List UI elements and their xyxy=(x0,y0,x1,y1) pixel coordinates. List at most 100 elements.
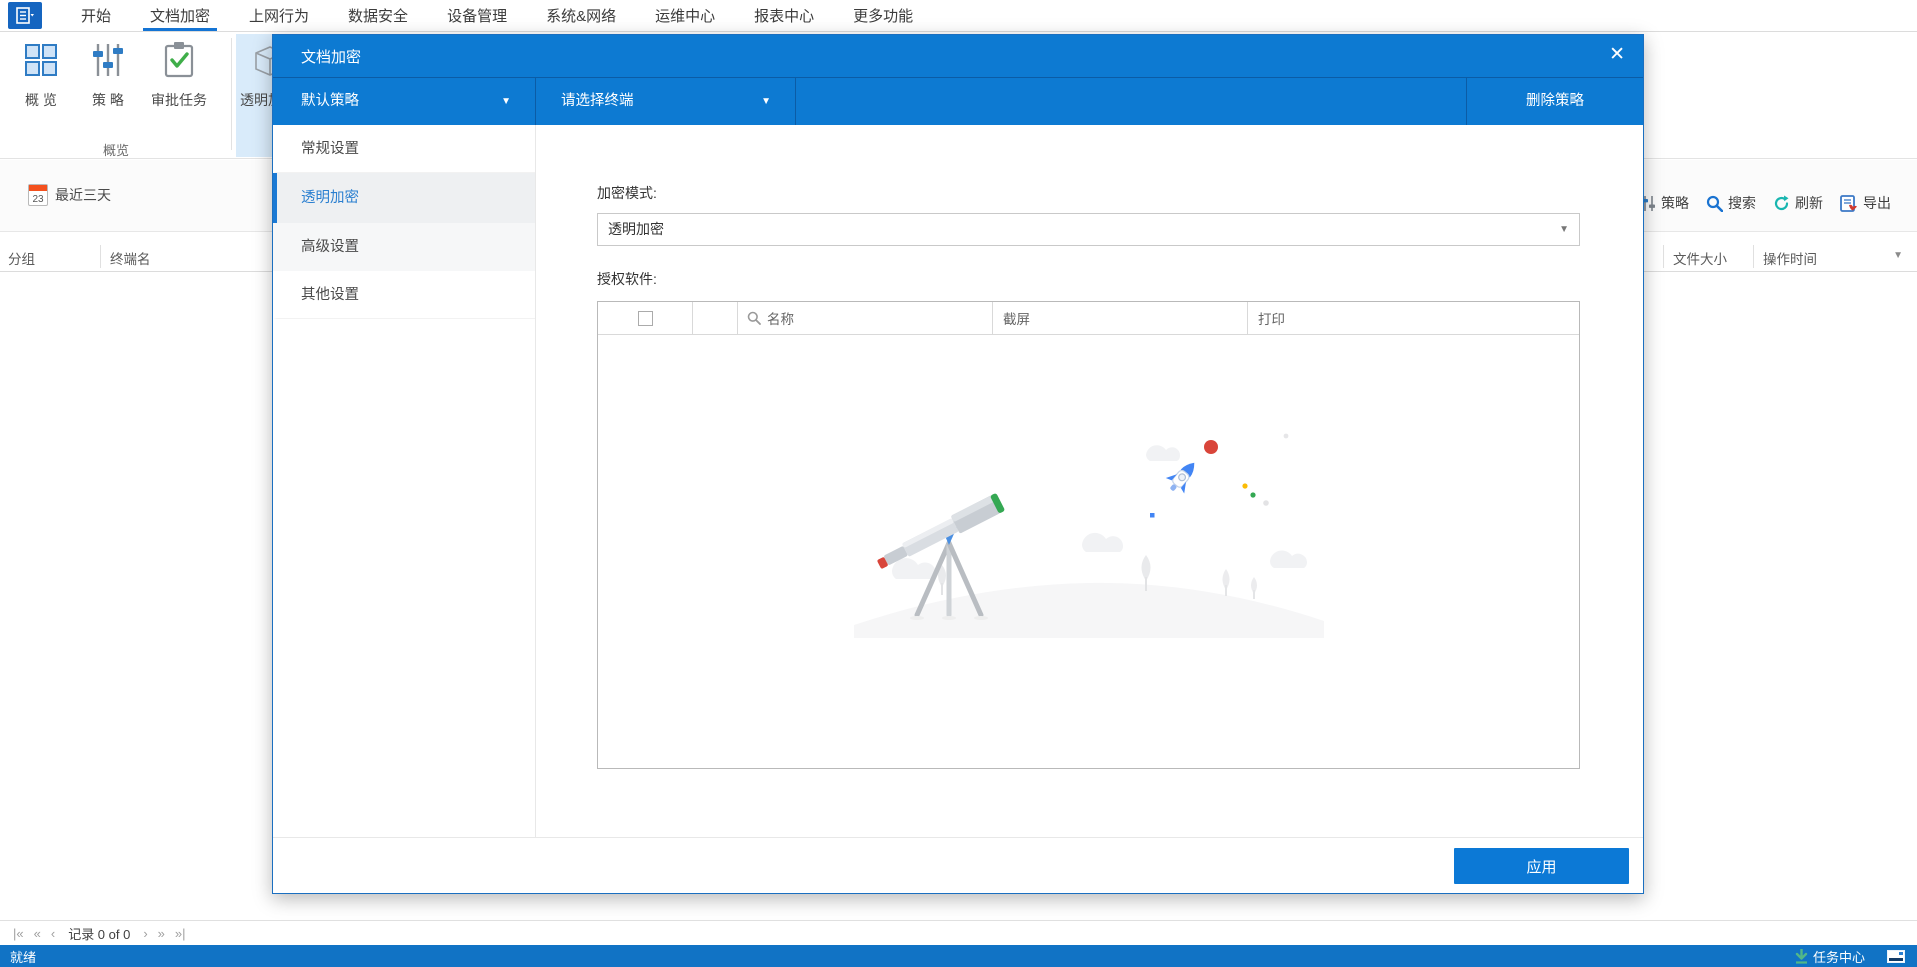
ribbon-policy-label: 策 略 xyxy=(92,92,124,108)
status-text: 就绪 xyxy=(10,949,37,965)
sidebar-item-transparent-encryption[interactable]: 透明加密 xyxy=(273,173,535,223)
pager-first-button[interactable]: |« xyxy=(13,926,24,941)
record-count: 记录 0 of 0 xyxy=(68,926,131,942)
ribbon-group-label-overview: 概览 xyxy=(102,143,129,158)
column-header-operation-time[interactable]: 操作时间 xyxy=(1763,248,1817,268)
close-icon[interactable]: ✕ xyxy=(1609,42,1625,68)
column-divider[interactable] xyxy=(100,245,101,268)
sidebar-item-other-settings[interactable]: 其他设置 xyxy=(273,271,535,319)
list-actions: 策略 搜索 刷新 导出 xyxy=(1641,193,1891,213)
status-bar: 就绪 任务中心 xyxy=(0,945,1917,967)
task-center-label: 任务中心 xyxy=(1812,949,1865,965)
menu-item-data-security[interactable]: 数据安全 xyxy=(348,0,408,31)
menu-item-device-mgmt[interactable]: 设备管理 xyxy=(447,0,507,31)
policy-select-dropdown[interactable]: 默认策略 ▼ xyxy=(273,78,536,125)
search-icon xyxy=(747,311,761,325)
date-filter-label: 最近三天 xyxy=(55,187,111,203)
ribbon-approve-tasks-label: 审批任务 xyxy=(151,92,207,108)
column-header-print[interactable]: 打印 xyxy=(1247,302,1579,334)
ribbon-approve-tasks-button[interactable]: 审批任务 xyxy=(142,38,216,110)
dialog-title: 文档加密 xyxy=(301,48,362,66)
rocket-icon xyxy=(1165,462,1194,494)
authorized-software-label: 授权软件: xyxy=(597,271,657,287)
policy-button-label: 策略 xyxy=(1661,195,1689,211)
dialog-title-bar: 文档加密 xyxy=(273,35,1643,77)
authorized-software-table: 名称 截屏 打印 xyxy=(597,301,1580,769)
download-icon xyxy=(1795,948,1808,964)
icon-column-header xyxy=(692,302,737,334)
policy-select-value: 默认策略 xyxy=(301,93,359,109)
chevron-down-icon: ▼ xyxy=(501,96,511,107)
software-table-body-empty xyxy=(598,335,1579,768)
taskbar-window-icon[interactable] xyxy=(1887,949,1905,963)
menu-item-report-center[interactable]: 报表中心 xyxy=(754,0,814,31)
ribbon-overview-button[interactable]: 概 览 xyxy=(12,38,70,110)
dialog-sidebar: 常规设置 透明加密 高级设置 其他设置 xyxy=(273,125,536,837)
date-filter-button[interactable]: 23 最近三天 xyxy=(28,184,111,206)
pager-next-button[interactable]: › xyxy=(143,926,147,941)
ribbon-policy-button[interactable]: 策 略 xyxy=(80,38,136,110)
app-menu-button[interactable] xyxy=(8,2,42,29)
doc-encryption-dialog: 文档加密 ✕ 默认策略 ▼ 请选择终端 ▼ 删除策略 常规设置 透明加密 高级设… xyxy=(272,34,1644,894)
policy-button[interactable]: 策略 xyxy=(1641,193,1689,213)
column-header-screenshot[interactable]: 截屏 xyxy=(992,302,1247,334)
encryption-mode-label: 加密模式: xyxy=(597,185,657,201)
export-button-label: 导出 xyxy=(1863,195,1891,211)
menu-item-doc-encryption[interactable]: 文档加密 xyxy=(143,0,218,31)
search-button[interactable]: 搜索 xyxy=(1706,193,1756,213)
chevron-down-icon: ▼ xyxy=(1559,224,1569,235)
delete-policy-button[interactable]: 删除策略 xyxy=(1466,78,1643,125)
menu-item-more[interactable]: 更多功能 xyxy=(853,0,913,31)
column-header-group[interactable]: 分组 xyxy=(8,248,35,268)
column-header-name[interactable]: 名称 xyxy=(737,302,992,334)
pager-prev-button[interactable]: ‹ xyxy=(51,926,55,941)
export-button[interactable]: 导出 xyxy=(1840,193,1891,213)
column-menu-caret-icon[interactable]: ▼ xyxy=(1893,250,1903,261)
column-header-name-label: 名称 xyxy=(767,312,794,327)
search-icon xyxy=(1706,195,1723,212)
dialog-toolbar-spacer xyxy=(796,78,1466,125)
pagination-bar: |« « ‹ 记录 0 of 0 › » »| xyxy=(0,920,1917,945)
task-center-button[interactable]: 任务中心 xyxy=(1795,947,1865,966)
main-menu: 开始 文档加密 上网行为 数据安全 设备管理 系统&网络 运维中心 报表中心 更… xyxy=(81,0,952,31)
menu-item-web-behavior[interactable]: 上网行为 xyxy=(249,0,309,31)
ribbon-group-divider xyxy=(231,38,232,150)
software-table-header: 名称 截屏 打印 xyxy=(598,302,1579,335)
terminal-select-dropdown[interactable]: 请选择终端 ▼ xyxy=(536,78,796,125)
pager-next-group-button[interactable]: » xyxy=(158,926,165,941)
pager-last-button[interactable]: »| xyxy=(175,926,186,941)
encryption-mode-value: 透明加密 xyxy=(608,221,664,237)
column-divider[interactable] xyxy=(1663,245,1664,268)
refresh-button[interactable]: 刷新 xyxy=(1773,193,1823,213)
dialog-content: 加密模式: 透明加密 ▼ 授权软件: 名称 截屏 打印 xyxy=(537,125,1643,837)
column-divider[interactable] xyxy=(1753,245,1754,268)
search-button-label: 搜索 xyxy=(1728,195,1756,211)
refresh-icon xyxy=(1774,195,1789,210)
pager-prev-group-button[interactable]: « xyxy=(34,926,41,941)
menu-item-system-network[interactable]: 系统&网络 xyxy=(546,0,616,31)
dialog-footer: 应用 xyxy=(273,837,1643,893)
ribbon-overview-label: 概 览 xyxy=(25,92,57,108)
calendar-icon: 23 xyxy=(28,184,48,206)
sidebar-item-general-settings[interactable]: 常规设置 xyxy=(273,125,535,173)
column-header-file-size[interactable]: 文件大小 xyxy=(1673,248,1727,268)
apply-button[interactable]: 应用 xyxy=(1454,848,1629,884)
menu-item-start[interactable]: 开始 xyxy=(81,0,111,31)
overview-grid-icon xyxy=(25,44,57,76)
menu-bar: 开始 文档加密 上网行为 数据安全 设备管理 系统&网络 运维中心 报表中心 更… xyxy=(0,0,1917,32)
dialog-toolbar: 默认策略 ▼ 请选择终端 ▼ 删除策略 xyxy=(273,77,1643,125)
app-window: 开始 文档加密 上网行为 数据安全 设备管理 系统&网络 运维中心 报表中心 更… xyxy=(0,0,1917,967)
encryption-mode-select[interactable]: 透明加密 ▼ xyxy=(597,213,1580,246)
status-bar-right: 任务中心 xyxy=(1795,945,1905,967)
column-header-terminal-name[interactable]: 终端名 xyxy=(110,248,151,268)
chevron-down-icon: ▼ xyxy=(761,96,771,107)
menu-item-ops-center[interactable]: 运维中心 xyxy=(655,0,715,31)
refresh-button-label: 刷新 xyxy=(1795,195,1823,211)
select-all-cell xyxy=(598,302,692,334)
app-menu-icon xyxy=(16,6,34,24)
approve-clipboard-icon xyxy=(164,42,194,78)
empty-state-illustration xyxy=(853,433,1324,638)
select-all-checkbox[interactable] xyxy=(637,310,653,326)
terminal-select-placeholder: 请选择终端 xyxy=(561,93,634,109)
sidebar-item-advanced-settings[interactable]: 高级设置 xyxy=(273,223,535,271)
